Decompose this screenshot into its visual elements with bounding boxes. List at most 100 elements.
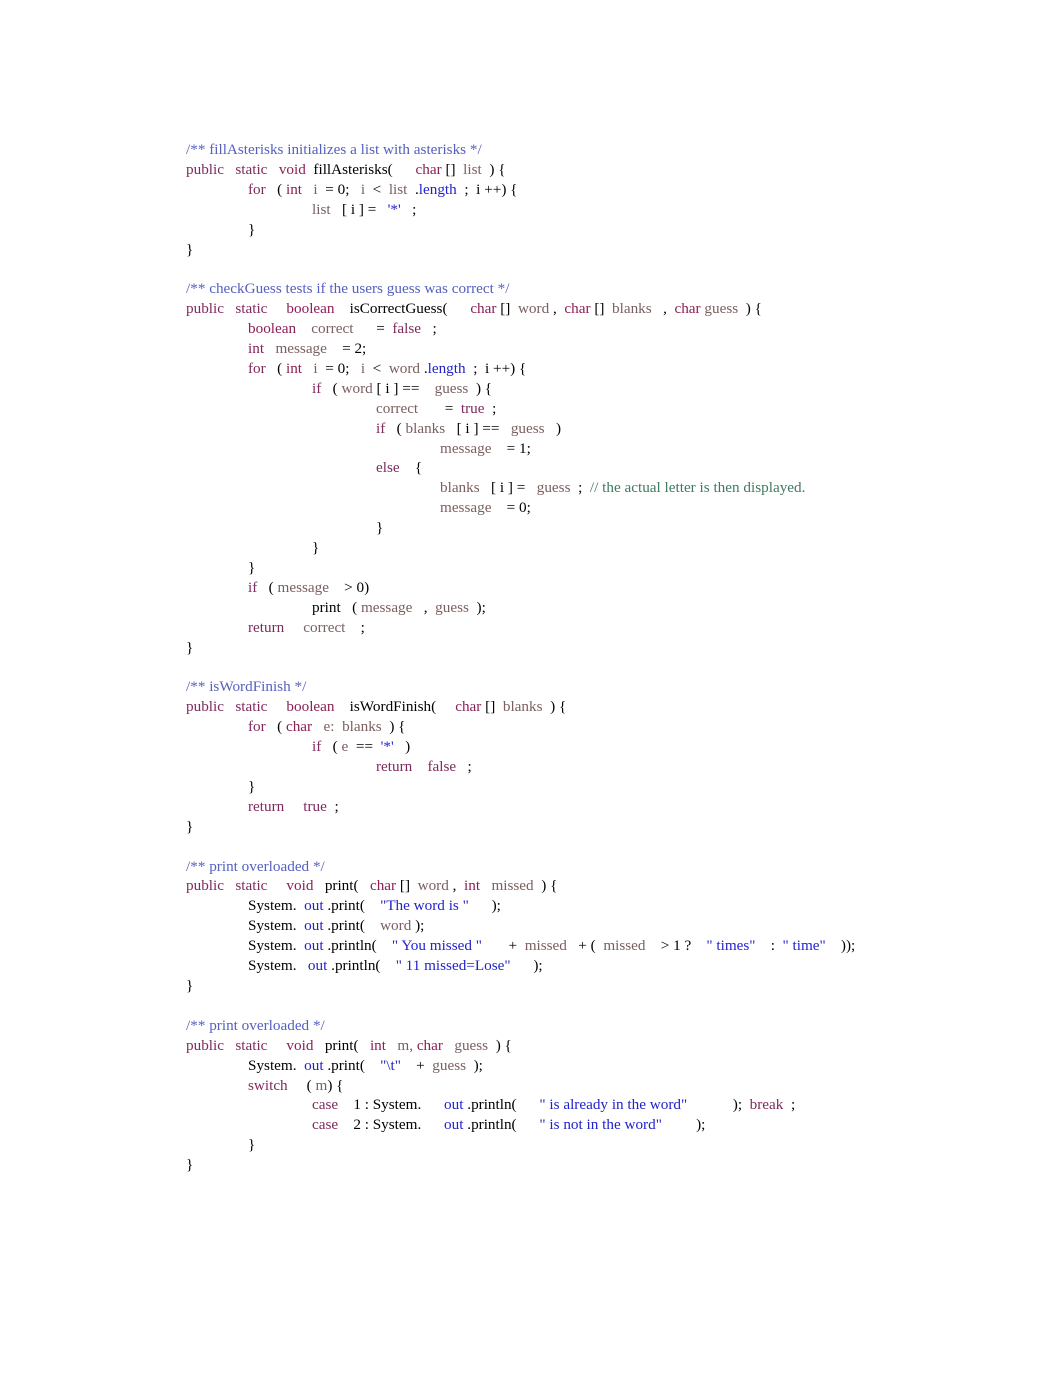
token-kw: public [186,698,224,716]
token-type: int [248,340,265,358]
token-plain: ; [360,618,365,636]
code-line: list [ i ] = '*' ; [124,200,938,220]
token-plain: } [186,817,194,835]
token-plain: System. [248,897,297,915]
token-plain: ) [555,419,562,437]
token-plain: = 0; [325,180,350,198]
token-cmt: // the actual letter is then displayed. [589,479,806,497]
javadoc-comment: /** isWordFinish */ [186,678,307,696]
token-kw: static [235,698,268,716]
token-type: char [369,877,397,895]
code-line: boolean correct = false ; [124,319,938,339]
token-plain: < [372,359,382,377]
token-plain: [] [500,300,511,318]
token-id: message [440,439,492,457]
token-type: int [285,359,303,377]
code-line: public static void print( char [] word ,… [124,876,938,896]
token-plain: + [416,1056,425,1074]
token-lit: " You missed " [391,937,482,955]
token-plain: } [248,777,256,795]
token-plain: < [372,180,382,198]
token-id: missed [491,877,534,895]
token-id: guess [510,419,545,437]
token-plain: .println( [467,1096,517,1114]
code-line: if ( blanks [ i ] == guess ) [124,419,938,439]
token-plain: [ i ] = [341,200,377,218]
token-kw: break [749,1096,784,1114]
token-kw: public [186,300,224,318]
token-kw: for [248,180,266,198]
token-id: list [312,200,331,218]
token-plain: ); [415,917,425,935]
javadoc-comment: /** fillAsterisks initializes a list wit… [186,141,482,158]
code-line: } [124,777,938,797]
token-kw: static [235,877,268,895]
javadoc-comment-line: /** checkGuess tests if the users guess … [124,279,938,299]
token-lit: " time" [782,937,826,955]
code-line: System. out .print( "The word is " ); [124,896,938,916]
token-plain: 2 : System. [353,1116,422,1134]
token-plain: } [248,559,256,577]
token-field: length [418,180,457,198]
token-kw: return [248,797,285,815]
token-plain: = 2; [342,340,367,358]
token-plain: [ i ] == [376,379,420,397]
token-id: guess [434,379,469,397]
token-id: guess [704,300,739,318]
token-kw: switch [248,1076,288,1094]
token-lit: " is already in the word" [539,1096,688,1114]
token-field: out [444,1096,464,1114]
token-kw: static [235,300,268,318]
token-id: message [275,340,327,358]
token-field: out [304,937,324,955]
code-line: } [124,1135,938,1155]
token-id: blanks [440,479,480,497]
token-plain: + ( [578,937,596,955]
token-plain: .println( [467,1116,517,1134]
code-line: for ( int i = 0; i < list .length ; i ++… [124,180,938,200]
code-line: return correct ; [124,618,938,638]
token-type: boolean [286,698,335,716]
token-kw: true [460,399,485,417]
token-plain: ) [405,738,411,756]
token-id: word [417,877,449,895]
token-plain: = 0; [506,499,531,517]
token-plain: ) { [541,877,558,895]
token-plain: isCorrectGuess( [349,300,448,318]
token-plain: System. [248,957,297,975]
code-line: case 2 : System. out .println( " is not … [124,1115,938,1135]
